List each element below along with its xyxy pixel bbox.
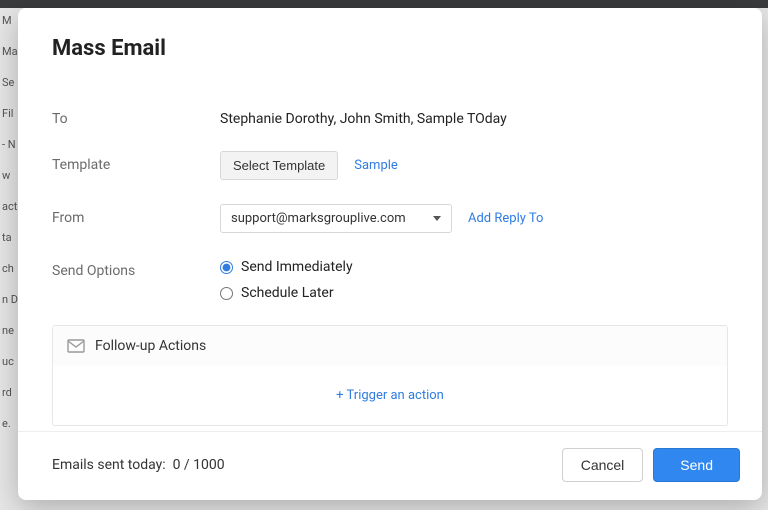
background-page-fragments: M Ma Se Fil - N w act ta ch n D ne uc rd…	[0, 8, 18, 510]
radio-send-immediately-input[interactable]	[220, 261, 233, 274]
trigger-action-link[interactable]: + Trigger an action	[336, 388, 444, 403]
radio-send-immediately-label: Send Immediately	[241, 259, 353, 275]
radio-send-immediately[interactable]: Send Immediately	[220, 259, 353, 275]
sample-template-link[interactable]: Sample	[354, 158, 398, 173]
row-to: To Stephanie Dorothy, John Smith, Sample…	[52, 105, 728, 127]
followup-header: Follow-up Actions	[53, 326, 727, 366]
emails-sent-today: Emails sent today: 0 / 1000	[52, 457, 225, 473]
modal-footer: Emails sent today: 0 / 1000 Cancel Send	[18, 431, 762, 500]
select-template-button[interactable]: Select Template	[220, 151, 338, 180]
radio-schedule-later-label: Schedule Later	[241, 285, 334, 301]
followup-title: Follow-up Actions	[95, 338, 206, 354]
from-label: From	[52, 204, 220, 226]
mass-email-modal: Mass Email To Stephanie Dorothy, John Sm…	[18, 8, 762, 500]
template-label: Template	[52, 151, 220, 173]
send-options-label: Send Options	[52, 257, 220, 279]
envelope-icon	[67, 339, 85, 353]
row-send-options: Send Options Send Immediately Schedule L…	[52, 257, 728, 301]
to-label: To	[52, 105, 220, 127]
row-template: Template Select Template Sample	[52, 151, 728, 180]
followup-actions-panel: Follow-up Actions + Trigger an action	[52, 325, 728, 426]
chevron-down-icon	[433, 216, 441, 221]
to-value: Stephanie Dorothy, John Smith, Sample TO…	[220, 105, 728, 127]
browser-top-bar	[0, 0, 768, 8]
send-button[interactable]: Send	[653, 448, 740, 482]
modal-title: Mass Email	[52, 36, 728, 61]
add-reply-to-link[interactable]: Add Reply To	[468, 211, 543, 226]
radio-schedule-later-input[interactable]	[220, 287, 233, 300]
from-dropdown[interactable]: support@marksgrouplive.com	[220, 204, 452, 233]
radio-schedule-later[interactable]: Schedule Later	[220, 285, 353, 301]
row-from: From support@marksgrouplive.com Add Repl…	[52, 204, 728, 233]
cancel-button[interactable]: Cancel	[562, 448, 644, 482]
from-dropdown-value: support@marksgrouplive.com	[231, 211, 406, 226]
